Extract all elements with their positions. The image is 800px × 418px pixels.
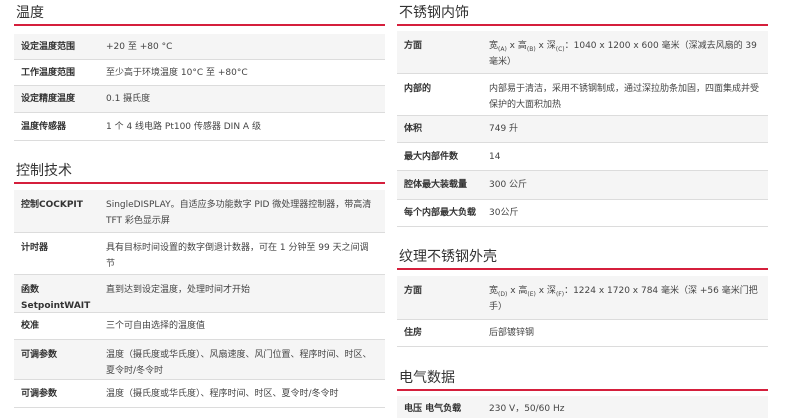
spec-label: 计时器 [21,243,49,253]
spec-label: 腔体最大装载量 [404,180,468,190]
spec-label: 设定温度范围 [21,41,76,52]
spec-label: 控制COCKPIT [21,200,83,210]
section-title-temperature: 温度 [14,0,385,26]
interior-section: 不锈钢内饰 方面 宽(A) x 高(B) x 深(C)：1040 x 1200 … [397,0,768,227]
left-column: 温度 设定温度范围 +20 至 +80 °C 工作温度范围 至少高于环境温度 1… [14,0,385,408]
spec-label: 工作温度范围 [21,67,76,78]
interior-spec-table: 方面 宽(A) x 高(B) x 深(C)：1040 x 1200 x 600 … [397,31,768,227]
spec-value: 宽(A) x 高(B) x 深(C)：1040 x 1200 x 600 毫米（… [489,31,768,73]
dimension-text: x 高 [507,286,528,296]
spec-value: 至少高于环境温度 10°C 至 +80°C [106,67,248,78]
spec-value: 230 V，50/60 Hz [489,403,565,414]
spec-row: 方面 宽(A) x 高(B) x 深(C)：1040 x 1200 x 600 … [397,31,768,74]
dimension-text: 宽 [489,286,499,296]
spec-label: 住房 [404,328,423,338]
dimension-text: x 深 [535,286,556,296]
spec-label: 温度传感器 [21,121,67,132]
spec-row: 可调参数 温度（摄氏度或华氏度）、风扇速度、风门位置、程序时间、时区、夏令时/冬… [14,340,385,380]
spec-value: 宽(D) x 高(E) x 深(F)：1224 x 1720 x 784 毫米（… [489,276,768,319]
section-title-control: 控制技术 [14,158,385,184]
spec-label: 方面 [404,286,423,296]
spec-value: 后部镀锌钢 [489,328,535,338]
spec-row: 内部的 内部易于清洁，采用不锈钢制成，通过深拉肋条加固，四面集成并受保护的大面积… [397,74,768,116]
dimension-text: x 深 [535,41,556,51]
spec-label: 可调参数 [21,388,58,399]
spec-label: 每个内部最大负载 [404,208,477,218]
spec-row: 腔体最大装载量 300 公斤 [397,171,768,200]
dimension-sub: (F) [555,290,565,298]
temperature-spec-table: 设定温度范围 +20 至 +80 °C 工作温度范围 至少高于环境温度 10°C… [14,34,385,141]
dimension-sub: (B) [526,45,536,53]
spec-row: 方面 宽(D) x 高(E) x 深(F)：1224 x 1720 x 784 … [397,276,768,320]
spec-value: 温度（摄氏度或华氏度）、风扇速度、风门位置、程序时间、时区、夏令时/冬令时 [106,350,372,376]
spec-row: 函数 SetpointWAIT 直到达到设定温度，处理时间才开始 [14,275,385,313]
electrical-spec-table: 电压 电气负载 230 V，50/60 Hz [397,396,768,418]
spec-value: 14 [489,151,501,162]
spec-label: 内部的 [404,84,432,94]
right-column: 不锈钢内饰 方面 宽(A) x 高(B) x 深(C)：1040 x 1200 … [397,0,768,418]
spec-row: 电压 电气负载 230 V，50/60 Hz [397,396,768,418]
spec-label: 电压 电气负载 [404,403,462,414]
spec-value: 直到达到设定温度，处理时间才开始 [106,285,251,295]
spec-row: 工作温度范围 至少高于环境温度 10°C 至 +80°C [14,60,385,86]
section-title-interior: 不锈钢内饰 [397,0,768,26]
spec-row: 可调参数 温度（摄氏度或华氏度）、程序时间、时区、夏令时/冬令时 [14,380,385,408]
spec-value: 温度（摄氏度或华氏度）、程序时间、时区、夏令时/冬令时 [106,388,339,399]
spec-label: 设定精度温度 [21,94,76,104]
dimension-sub: (C) [555,45,565,53]
spec-row: 最大内部件数 14 [397,143,768,171]
temperature-section: 温度 设定温度范围 +20 至 +80 °C 工作温度范围 至少高于环境温度 1… [14,0,385,141]
spec-row: 每个内部最大负载 30公斤 [397,200,768,227]
spec-value: 具有目标时间设置的数字倒退计数器，可在 1 分钟至 99 天之间调节 [106,243,369,269]
section-title-exterior: 纹理不锈钢外壳 [397,244,768,270]
spec-row: 计时器 具有目标时间设置的数字倒退计数器，可在 1 分钟至 99 天之间调节 [14,233,385,275]
spec-row: 温度传感器 1 个 4 线电路 Pt100 传感器 DIN A 级 [14,113,385,141]
spec-row: 设定精度温度 0.1 摄氏度 [14,86,385,113]
control-spec-table: 控制COCKPIT SingleDISPLAY。自适应多功能数字 PID 微处理… [14,190,385,408]
spec-value: 三个可自由选择的温度值 [106,321,206,331]
dimension-sub: (E) [527,290,536,298]
exterior-section: 纹理不锈钢外壳 方面 宽(D) x 高(E) x 深(F)：1224 x 172… [397,244,768,347]
spec-label: 体积 [404,124,423,134]
spec-label: 函数 SetpointWAIT [21,285,91,311]
spec-label: 方面 [404,41,423,51]
spec-value: 内部易于清洁，采用不锈钢制成，通过深拉肋条加固，四面集成并受保护的大面积加热 [489,84,760,110]
spec-value: SingleDISPLAY。自适应多功能数字 PID 微处理器控制器，带高清 T… [106,200,372,226]
spec-row: 住房 后部镀锌钢 [397,320,768,347]
spec-row: 控制COCKPIT SingleDISPLAY。自适应多功能数字 PID 微处理… [14,190,385,233]
spec-value: 0.1 摄氏度 [106,94,151,104]
spec-row: 校准 三个可自由选择的温度值 [14,313,385,340]
exterior-spec-table: 方面 宽(D) x 高(E) x 深(F)：1224 x 1720 x 784 … [397,276,768,347]
dimension-text: x 高 [506,41,527,51]
spec-value: 30公斤 [489,208,519,218]
dimension-sub: (A) [498,45,507,53]
electrical-section: 电气数据 电压 电气负载 230 V，50/60 Hz [397,365,768,418]
spec-label: 最大内部件数 [404,151,459,162]
spec-label: 校准 [21,321,40,331]
dimension-sub: (D) [498,290,508,298]
spec-value: 749 升 [489,124,519,134]
spec-value: 1 个 4 线电路 Pt100 传感器 DIN A 级 [106,121,261,132]
control-section: 控制技术 控制COCKPIT SingleDISPLAY。自适应多功能数字 PI… [14,158,385,408]
dimension-text: 宽 [489,41,499,51]
spec-row: 体积 749 升 [397,116,768,143]
spec-row: 设定温度范围 +20 至 +80 °C [14,34,385,60]
spec-value: +20 至 +80 °C [106,41,173,52]
section-title-electrical: 电气数据 [397,365,768,391]
spec-label: 可调参数 [21,350,58,360]
spec-value: 300 公斤 [489,180,528,190]
